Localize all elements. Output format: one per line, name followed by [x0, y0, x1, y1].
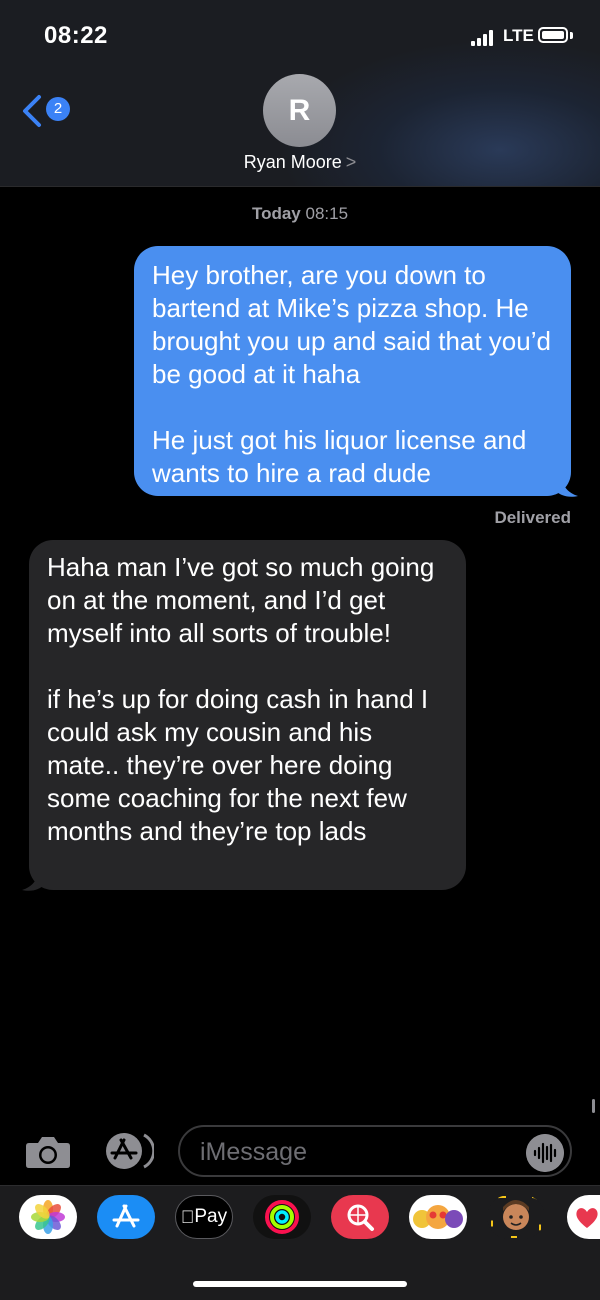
apple-pay-label: Pay [187, 1206, 227, 1227]
audio-message-icon[interactable] [526, 1134, 564, 1172]
unread-count-badge[interactable]: 2 [46, 97, 70, 121]
battery-nub [570, 32, 573, 39]
outgoing-message-bubble[interactable]: Hey brother, are you down to bartend at … [134, 246, 571, 496]
network-type: LTE [503, 26, 534, 45]
message-text: Hey brother, are you down to bartend at … [152, 260, 551, 488]
memoji-icon[interactable] [487, 1195, 545, 1239]
home-indicator[interactable] [193, 1281, 407, 1287]
app-store-button-icon[interactable] [100, 1131, 154, 1171]
photos-icon[interactable] [19, 1195, 77, 1239]
camera-icon[interactable] [25, 1135, 71, 1169]
timestamp-time: 08:15 [305, 204, 349, 223]
app-store-icon[interactable] [97, 1195, 155, 1239]
apple-logo-icon:  [181, 1207, 195, 1228]
animoji-icon[interactable] [409, 1195, 467, 1239]
message-timestamp: Today 08:15 [0, 204, 600, 224]
contact-avatar[interactable]: R [263, 74, 336, 147]
incoming-message-bubble[interactable]: Haha man I’ve got so much going on at th… [29, 540, 466, 890]
signal-strength-icon [471, 30, 495, 46]
contact-name-label[interactable]: Ryan Moore [244, 152, 342, 172]
apple-pay-icon[interactable]: Pay [175, 1195, 233, 1239]
activity-icon[interactable] [253, 1195, 311, 1239]
scroll-indicator[interactable] [592, 1099, 595, 1113]
contact-name[interactable]: Ryan Moore > [0, 152, 600, 173]
back-chevron-icon[interactable] [20, 94, 44, 128]
imessage-placeholder: iMessage [200, 1138, 307, 1166]
timestamp-day: Today [251, 204, 301, 223]
battery-icon [538, 27, 568, 43]
message-text: Haha man I’ve got so much going on at th… [47, 552, 435, 846]
chevron-right-icon: > [345, 152, 357, 172]
status-bar: 08:22 LTE [0, 0, 600, 70]
imessage-input[interactable]: iMessage [178, 1125, 572, 1177]
outgoing-bubble-tail [556, 476, 578, 497]
image-search-icon[interactable] [331, 1195, 389, 1239]
delivery-status: Delivered [494, 508, 571, 527]
status-time: 08:22 [44, 22, 108, 49]
incoming-bubble-tail [22, 870, 44, 891]
